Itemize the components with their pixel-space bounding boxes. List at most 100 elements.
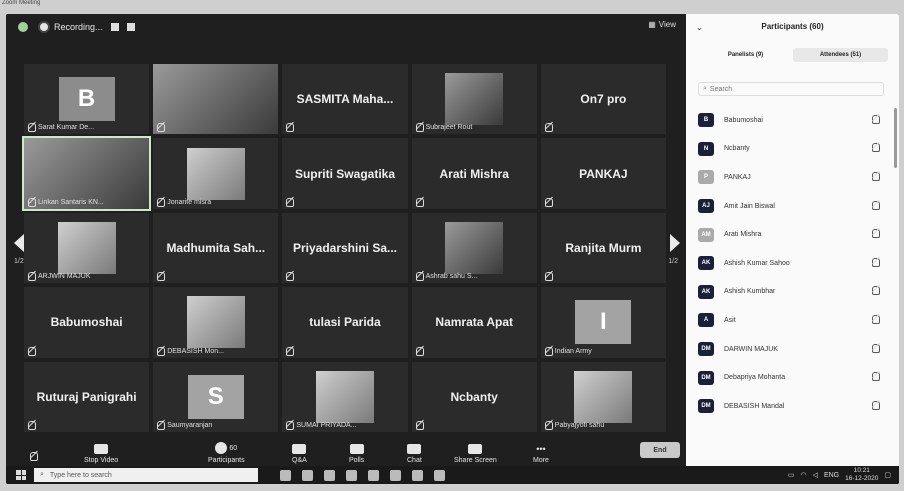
unmute-button[interactable]: [30, 452, 38, 464]
network-icon[interactable]: ◠: [800, 471, 806, 479]
video-tile[interactable]: Linkan Santaris KN...: [21, 136, 152, 211]
participant-search-input[interactable]: ⌕ Search: [698, 82, 884, 96]
video-tile[interactable]: Ruturaj Panigrahi: [24, 361, 150, 432]
cortana-icon[interactable]: [280, 469, 291, 481]
next-page-arrow-icon[interactable]: [670, 234, 680, 252]
video-tile[interactable]: SUMAI PRIYADA...: [282, 361, 408, 432]
video-tile[interactable]: PANKAJ: [540, 138, 666, 209]
participant-name: SASMITA Maha...: [296, 92, 394, 107]
list-item[interactable]: AJ Amit Jain Biswal: [698, 192, 888, 221]
chrome-icon[interactable]: [346, 469, 357, 481]
video-tile[interactable]: Ranjita Murm: [540, 212, 666, 284]
participant-name: Ranjita Murm: [565, 240, 642, 255]
avatar: AJ: [698, 199, 714, 214]
tab-attendees[interactable]: Attendees (51): [793, 48, 888, 62]
participant-name: Ncbanty: [724, 145, 750, 153]
video-tile[interactable]: S Saumyaranjan: [153, 361, 279, 432]
taskbar-search-box[interactable]: ⌕ Type here to search: [34, 468, 258, 482]
video-tile[interactable]: Jonarite misra: [153, 138, 279, 209]
meeting-toolbar: Stop Video 60 Participants Q&A Polls Cha…: [6, 430, 686, 466]
view-button[interactable]: ▦ View: [648, 20, 676, 29]
video-camera-icon: [94, 444, 109, 454]
video-tile[interactable]: On7 pro: [540, 64, 666, 135]
video-tile[interactable]: B Sarat Kumar De...: [24, 64, 150, 135]
task-view-icon[interactable]: [302, 469, 313, 481]
grid-view-icon: ▦: [648, 20, 656, 29]
share-screen-icon: [468, 444, 483, 454]
video-tile[interactable]: Arati Mishra: [411, 138, 537, 209]
stop-video-button[interactable]: Stop Video: [84, 444, 118, 464]
polls-button[interactable]: Polls: [349, 444, 364, 464]
video-feed: [186, 147, 245, 200]
participant-name: PANKAJ: [579, 166, 628, 181]
video-tile[interactable]: Madhumita Sah...: [153, 212, 279, 284]
stop-recording-icon[interactable]: [126, 23, 135, 31]
chat-button[interactable]: Chat: [407, 444, 422, 464]
notifications-icon[interactable]: ▢: [884, 471, 891, 479]
list-item[interactable]: AK Ashish Kumar Sahoo: [698, 249, 888, 278]
avatar: I: [575, 300, 632, 345]
tile-caption: [415, 421, 426, 430]
microphone-muted-icon: [157, 197, 166, 207]
pause-recording-icon[interactable]: [110, 23, 119, 31]
share-screen-button[interactable]: Share Screen: [454, 444, 497, 464]
participants-count: 60: [229, 444, 238, 452]
tile-caption: [286, 197, 296, 207]
security-shield-icon[interactable]: [18, 22, 28, 32]
more-button[interactable]: ••• More: [533, 444, 549, 464]
tile-caption: SUMAI PRIYADA...: [286, 421, 357, 430]
video-tile[interactable]: SASMITA Maha...: [282, 64, 408, 135]
more-dots-icon: •••: [536, 444, 546, 454]
list-item[interactable]: N Ncbanty: [698, 135, 888, 164]
list-item[interactable]: P PANKAJ: [698, 163, 888, 192]
video-tile[interactable]: Priyadarshini Sa...: [282, 212, 408, 284]
qa-icon: [292, 444, 307, 454]
participants-button[interactable]: 60 Participants: [208, 442, 245, 464]
participant-list-scrollbar[interactable]: [894, 108, 897, 168]
video-tile[interactable]: tulasi Parida: [282, 287, 408, 358]
language-indicator[interactable]: ENG: [824, 472, 839, 479]
microphone-muted-icon: [28, 123, 36, 133]
tab-panelists[interactable]: Panelists (9): [698, 48, 793, 62]
end-meeting-button[interactable]: End: [640, 442, 680, 458]
qa-button[interactable]: Q&A: [292, 444, 307, 464]
video-tile[interactable]: Namrata Apat: [411, 287, 537, 358]
list-item[interactable]: AM Arati Mishra: [698, 220, 888, 249]
tile-caption: Linkan Santaris KN...: [28, 197, 104, 207]
participants-panel: ⌄ Participants (60) Panelists (9) Attend…: [686, 14, 899, 466]
video-tile[interactable]: [153, 64, 279, 135]
video-tile[interactable]: ARJWIN MAJUK: [24, 212, 150, 284]
list-item[interactable]: DM DARWIN MAJUK: [698, 335, 888, 364]
list-item[interactable]: AK Ashish Kumbhar: [698, 278, 888, 307]
list-item[interactable]: DM DEBASISH Mandal: [698, 392, 888, 421]
video-tile[interactable]: Ashrab sahu S...: [411, 212, 537, 284]
list-item[interactable]: A Asit: [698, 306, 888, 335]
edge-icon[interactable]: [368, 469, 379, 481]
tile-caption-text: ARJWIN MAJUK: [38, 273, 91, 281]
zoom-app-icon[interactable]: [390, 469, 401, 481]
previous-page-arrow-icon[interactable]: [14, 234, 24, 252]
tile-caption-text: Saumyaranjan: [167, 422, 213, 429]
video-tile[interactable]: Supriti Swagatika: [282, 138, 408, 209]
file-explorer-icon[interactable]: [324, 469, 335, 481]
video-tile[interactable]: Pabyajyoti sahu: [540, 361, 666, 432]
video-tile[interactable]: Ncbanty: [411, 361, 537, 432]
video-tile[interactable]: Subrajeet Rout: [411, 64, 537, 135]
settings-icon[interactable]: [434, 469, 445, 481]
taskbar-date: 16-12-2020: [845, 475, 879, 482]
battery-icon[interactable]: ▭: [788, 471, 795, 479]
participant-name: tulasi Parida: [309, 315, 381, 330]
volume-icon[interactable]: ◁: [813, 471, 818, 479]
windows-start-icon[interactable]: [16, 470, 26, 480]
participant-name: Arati Mishra: [724, 231, 762, 239]
video-tile[interactable]: I Indian Army: [540, 287, 666, 358]
video-tile[interactable]: Babumoshai: [24, 287, 150, 358]
avatar: P: [698, 170, 714, 185]
list-item[interactable]: DM Debapriya Mohanta: [698, 363, 888, 392]
tile-caption: [286, 346, 296, 356]
microphone-muted-icon: [872, 400, 880, 412]
mail-icon[interactable]: [412, 469, 423, 481]
video-tile[interactable]: DEBASISH Mon...: [153, 287, 279, 358]
taskbar-clock[interactable]: 10:21 16-12-2020: [845, 467, 878, 483]
list-item[interactable]: B Babumoshai: [698, 106, 888, 135]
